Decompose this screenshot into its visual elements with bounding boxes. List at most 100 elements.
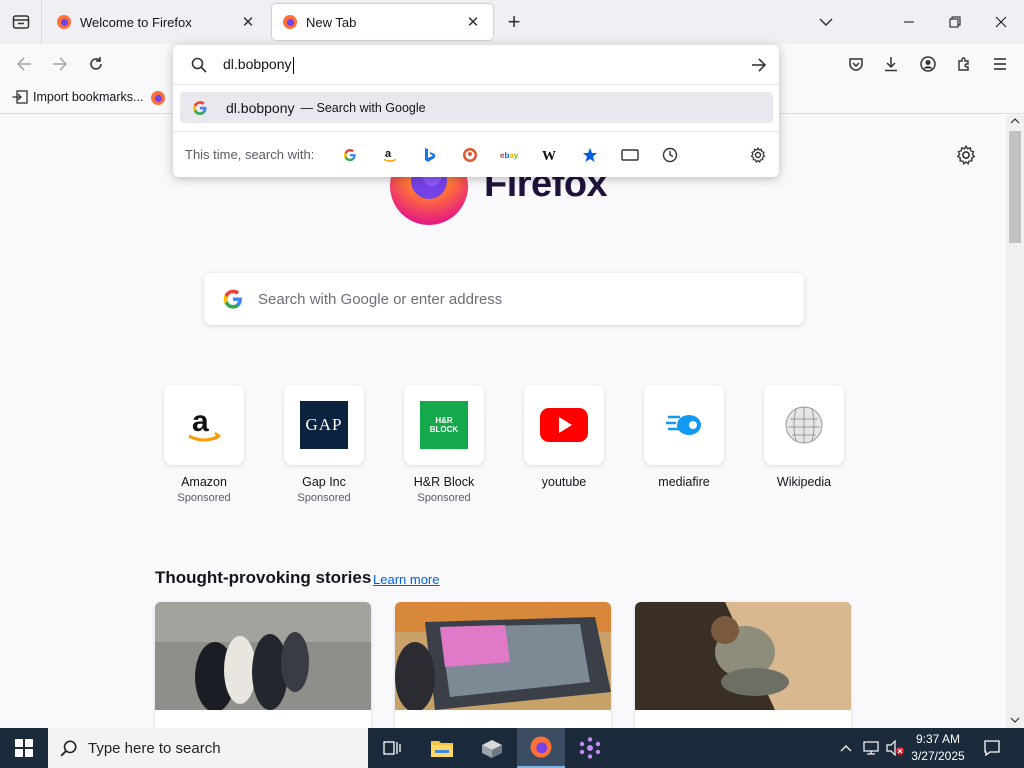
account-button[interactable]	[914, 50, 942, 78]
duckduckgo-engine-button[interactable]	[458, 143, 482, 167]
scrollbar-thumb[interactable]	[1009, 131, 1021, 243]
dots-app-icon	[579, 737, 601, 759]
app-button[interactable]	[566, 728, 614, 768]
text-caret	[292, 56, 294, 74]
bookmark-firefox[interactable]	[150, 90, 166, 106]
close-window-button[interactable]	[978, 0, 1024, 44]
pocket-button[interactable]	[842, 50, 870, 78]
shortcut-gap[interactable]: GAP Gap Inc Sponsored	[284, 385, 364, 504]
shortcut-tile	[764, 385, 844, 465]
show-hidden-icons-button[interactable]	[836, 728, 856, 768]
chevron-up-icon	[840, 745, 852, 752]
tab-new-tab[interactable]: New Tab ✕	[272, 4, 493, 40]
personalize-button[interactable]	[956, 144, 976, 165]
clock-time: 9:37 AM	[915, 732, 961, 746]
firefox-view-button[interactable]	[0, 0, 42, 44]
new-tab-page: Firefox Search with Google or enter addr…	[0, 115, 1008, 728]
gear-icon	[956, 144, 976, 165]
start-button[interactable]	[0, 728, 48, 768]
shortcut-tile	[644, 385, 724, 465]
minimize-button[interactable]	[886, 0, 932, 44]
scroll-up-arrow-icon[interactable]	[1006, 115, 1024, 127]
story-card[interactable]	[395, 602, 611, 728]
bookmarks-search-button[interactable]	[578, 143, 602, 167]
shortcut-hrblock[interactable]: H&R BLOCK H&R Block Sponsored	[404, 385, 484, 504]
gap-logo-text: GAP	[305, 415, 343, 434]
shortcut-wikipedia[interactable]: Wikipedia	[764, 385, 844, 489]
one-off-label: This time, search with:	[185, 147, 315, 162]
search-icon	[60, 740, 77, 757]
tabs-icon	[621, 149, 639, 161]
ebay-engine-button[interactable]: ebay	[498, 143, 522, 167]
shortcut-name: youtube	[541, 475, 587, 489]
learn-more-link[interactable]: Learn more	[373, 572, 439, 587]
task-view-button[interactable]	[368, 728, 416, 768]
windows-logo-icon	[15, 739, 33, 757]
amazon-icon: a	[188, 405, 222, 442]
reload-button[interactable]	[82, 50, 110, 78]
hamburger-menu-icon	[994, 58, 1006, 70]
title-bar: Welcome to Firefox ✕ New Tab ✕ +	[0, 0, 1024, 44]
newtab-search-input[interactable]: Search with Google or enter address	[204, 273, 804, 325]
history-search-button[interactable]	[658, 143, 682, 167]
new-tab-button[interactable]: +	[502, 9, 526, 34]
tab-welcome[interactable]: Welcome to Firefox ✕	[46, 4, 268, 40]
restore-button[interactable]	[932, 0, 978, 44]
svg-text:a: a	[385, 148, 392, 160]
forward-button[interactable]	[46, 50, 74, 78]
story-card[interactable]	[155, 602, 371, 728]
bing-engine-button[interactable]	[418, 143, 442, 167]
menu-button[interactable]	[986, 50, 1014, 78]
vertical-scrollbar[interactable]	[1006, 115, 1024, 728]
star-icon	[583, 148, 597, 162]
shortcut-mediafire[interactable]: mediafire	[644, 385, 724, 489]
extensions-button[interactable]	[950, 50, 978, 78]
firefox-icon	[530, 736, 552, 758]
restore-icon	[949, 16, 961, 28]
firefox-taskbar-button[interactable]	[517, 728, 565, 768]
folder-icon	[431, 741, 453, 757]
search-settings-button[interactable]	[746, 143, 770, 167]
youtube-icon	[540, 408, 588, 442]
firefox-favicon-icon	[283, 15, 297, 29]
taskbar-clock[interactable]: 9:37 AM 3/27/2025	[905, 731, 971, 765]
task-view-icon	[383, 741, 401, 755]
scroll-down-arrow-icon[interactable]	[1006, 714, 1024, 726]
tab-title: Welcome to Firefox	[80, 14, 192, 30]
arrow-right-icon	[53, 57, 68, 71]
list-all-tabs-button[interactable]	[814, 12, 838, 32]
close-tab-button[interactable]: ✕	[238, 12, 258, 32]
shortcut-youtube[interactable]: youtube	[524, 385, 604, 489]
file-explorer-button[interactable]	[418, 728, 466, 768]
story-card[interactable]	[635, 602, 851, 728]
gear-icon	[750, 147, 766, 163]
downloads-button[interactable]	[877, 50, 905, 78]
network-button[interactable]	[860, 728, 882, 768]
hrblock-icon: H&R BLOCK	[420, 401, 468, 449]
search-icon	[191, 57, 207, 73]
volume-button[interactable]	[884, 728, 906, 768]
close-tab-button[interactable]: ✕	[463, 12, 483, 32]
taskbar-search-box[interactable]: Type here to search	[48, 728, 368, 768]
puzzle-icon	[958, 57, 969, 71]
tabs-search-button[interactable]	[618, 143, 642, 167]
hrblock-logo-text: H&R BLOCK	[429, 416, 459, 434]
search-suggestion-row[interactable]: dl.bobpony — Search with Google	[180, 92, 773, 123]
amazon-engine-button[interactable]: a	[378, 143, 402, 167]
shortcut-tile: GAP	[284, 385, 364, 465]
wikipedia-engine-button[interactable]: W	[538, 143, 562, 167]
import-bookmarks-button[interactable]: Import bookmarks...	[12, 90, 143, 104]
shortcut-name: H&R Block	[413, 475, 475, 489]
svg-text:ebay: ebay	[500, 151, 519, 160]
shortcut-amazon[interactable]: a Amazon Sponsored	[164, 385, 244, 504]
action-center-button[interactable]	[976, 728, 1008, 768]
google-engine-button[interactable]	[338, 143, 362, 167]
url-bar-popup: dl.bobpony dl.bobpony — Search with Goog…	[173, 45, 779, 177]
url-input[interactable]: dl.bobpony	[223, 56, 294, 74]
story-image	[635, 602, 851, 710]
go-arrow-icon[interactable]	[751, 58, 767, 72]
sponsored-label: Sponsored	[417, 492, 471, 504]
suggestion-hint: — Search with Google	[300, 100, 426, 115]
back-button[interactable]	[10, 50, 38, 78]
app-button[interactable]	[468, 728, 516, 768]
